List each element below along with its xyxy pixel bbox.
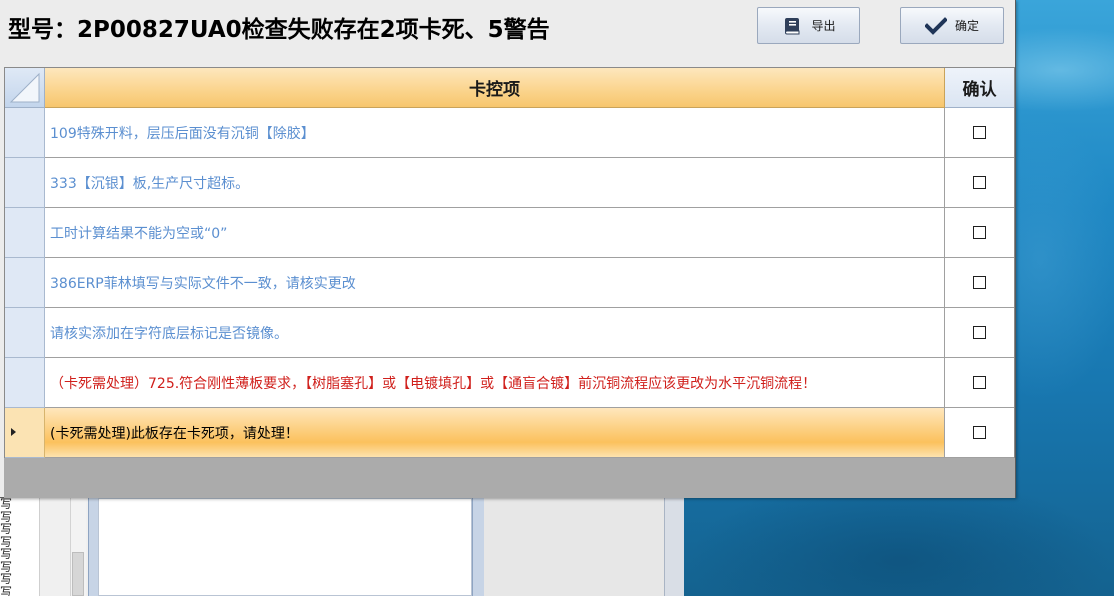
grid-empty-area: [4, 458, 1015, 498]
confirm-cell[interactable]: [945, 408, 1014, 458]
confirm-checkbox[interactable]: [973, 326, 986, 339]
background-list-item: 写: [0, 547, 13, 561]
export-button[interactable]: 导出: [757, 7, 860, 44]
row-header[interactable]: [5, 258, 45, 308]
row-header[interactable]: [5, 208, 45, 258]
background-list-item: 写: [0, 572, 13, 586]
check-item-text[interactable]: (卡死需处理)此板存在卡死项，请处理！: [45, 408, 945, 458]
table-row[interactable]: 109特殊开料，层压后面没有沉铜【除胶】: [5, 108, 1014, 158]
confirm-checkbox[interactable]: [973, 176, 986, 189]
table-row[interactable]: 386ERP菲林填写与实际文件不一致，请核实更改: [5, 258, 1014, 308]
table-row[interactable]: 333【沉银】板,生产尺寸超标。: [5, 158, 1014, 208]
check-item-text[interactable]: 109特殊开料，层压后面没有沉铜【除胶】: [45, 108, 945, 158]
column-header-confirm[interactable]: 确认: [945, 68, 1014, 108]
ok-button[interactable]: 确定: [900, 7, 1004, 44]
current-row-arrow-icon: [11, 428, 16, 436]
background-side-panel: [664, 498, 684, 596]
background-list-item: 写: [0, 498, 13, 511]
table-row[interactable]: (卡死需处理)此板存在卡死项，请处理！: [5, 408, 1014, 458]
row-header[interactable]: [5, 308, 45, 358]
confirm-cell[interactable]: [945, 108, 1014, 158]
background-text-area[interactable]: [98, 498, 472, 596]
corner-triangle-icon: [9, 72, 40, 103]
check-result-dialog: 型号：2P00827UA0检查失败存在2项卡死、5警告 导出 确定 卡控项 确认: [0, 0, 1016, 498]
export-button-label: 导出: [811, 19, 836, 33]
confirm-cell[interactable]: [945, 358, 1014, 408]
row-header[interactable]: [5, 108, 45, 158]
confirm-cell[interactable]: [945, 308, 1014, 358]
check-item-text[interactable]: 386ERP菲林填写与实际文件不一致，请核实更改: [45, 258, 945, 308]
confirm-checkbox[interactable]: [973, 226, 986, 239]
check-item-text[interactable]: 333【沉银】板,生产尺寸超标。: [45, 158, 945, 208]
background-list-item: 写: [0, 522, 13, 536]
table-row[interactable]: 工时计算结果不能为空或“0”: [5, 208, 1014, 258]
column-header-item[interactable]: 卡控项: [45, 68, 945, 108]
checkmark-icon: [924, 16, 947, 35]
check-item-text[interactable]: （卡死需处理）725.符合刚性薄板要求，【树脂塞孔】或【电镀填孔】或【通盲合镀】…: [45, 358, 945, 408]
row-header[interactable]: [5, 408, 45, 458]
row-header[interactable]: [5, 358, 45, 408]
confirm-checkbox[interactable]: [973, 376, 986, 389]
confirm-checkbox[interactable]: [973, 426, 986, 439]
background-splitter-right[interactable]: [472, 498, 484, 596]
background-panel: [484, 498, 664, 596]
background-splitter-left[interactable]: [88, 498, 98, 596]
background-list-item: 写: [0, 584, 13, 596]
confirm-cell[interactable]: [945, 158, 1014, 208]
row-header[interactable]: [5, 158, 45, 208]
check-item-text[interactable]: 请核实添加在字符底层标记是否镜像。: [45, 308, 945, 358]
dialog-title: 型号：2P00827UA0检查失败存在2项卡死、5警告: [8, 17, 550, 43]
book-icon: [781, 15, 803, 37]
background-left-list: 写写写写写写写写: [0, 498, 40, 596]
grid-select-all-corner[interactable]: [5, 68, 45, 108]
table-row[interactable]: （卡死需处理）725.符合刚性薄板要求，【树脂塞孔】或【电镀填孔】或【通盲合镀】…: [5, 358, 1014, 408]
table-row[interactable]: 请核实添加在字符底层标记是否镜像。: [5, 308, 1014, 358]
confirm-cell[interactable]: [945, 208, 1014, 258]
check-items-grid: 卡控项 确认 109特殊开料，层压后面没有沉铜【除胶】 333【沉银】板,生产尺寸…: [4, 67, 1015, 458]
background-scrollbar-thumb[interactable]: [72, 552, 84, 596]
confirm-checkbox[interactable]: [973, 276, 986, 289]
confirm-cell[interactable]: [945, 258, 1014, 308]
ok-button-label: 确定: [954, 19, 979, 33]
check-item-text[interactable]: 工时计算结果不能为空或“0”: [45, 208, 945, 258]
confirm-checkbox[interactable]: [973, 126, 986, 139]
